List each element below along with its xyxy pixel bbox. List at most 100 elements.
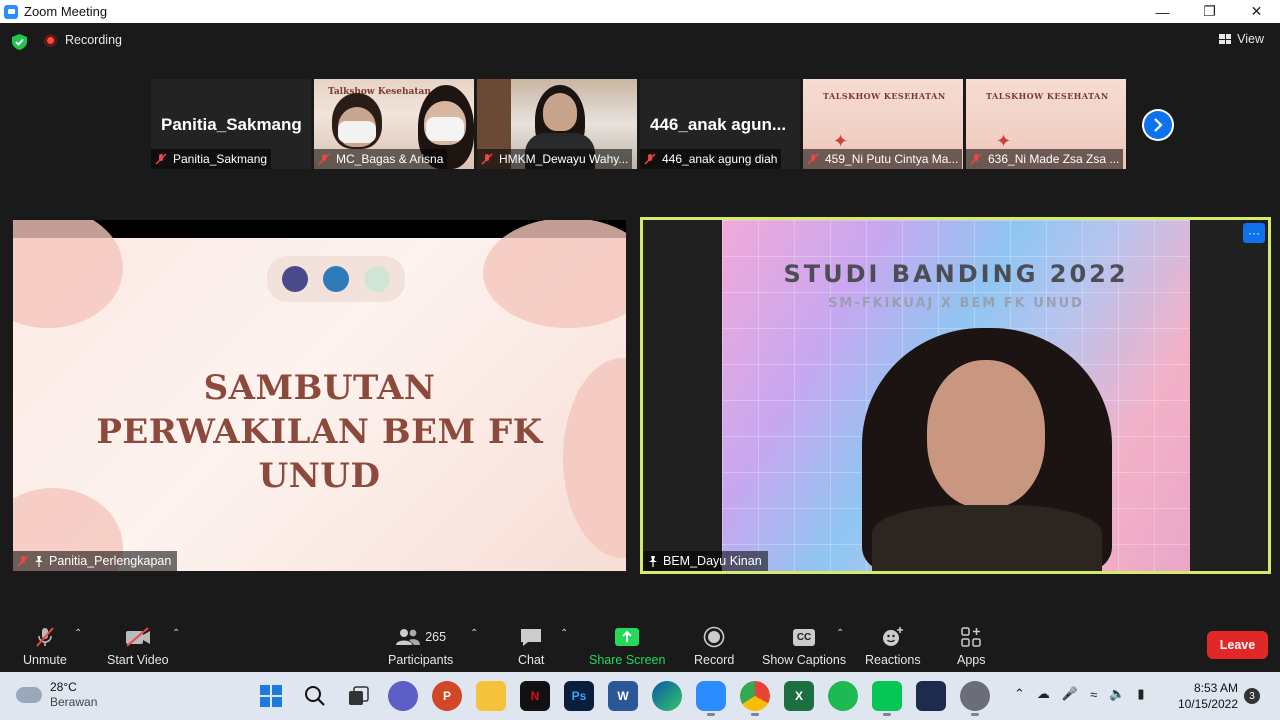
chat-options-caret[interactable]: ⌃ <box>560 628 568 639</box>
next-page-button[interactable] <box>1142 109 1174 141</box>
start-video-button[interactable]: Start Video <box>107 624 169 667</box>
muted-mic-icon <box>970 153 982 165</box>
weather-condition: Berawan <box>50 695 98 709</box>
participant-thumbnail[interactable]: TALSKHOW KESEHATAN ✦ 459_Ni Putu Cintya … <box>803 79 963 169</box>
participant-name-label: HMKM_Dewayu Wahy... <box>477 149 633 169</box>
participant-face <box>543 93 577 131</box>
virtual-background-subtitle: SM-FKIKUAJ X BEM FK UNUD <box>828 296 1084 311</box>
recording-indicator[interactable]: Recording <box>44 33 122 47</box>
battery-icon[interactable]: ▮ <box>1137 686 1144 702</box>
taskbar-clock[interactable]: 8:53 AM 10/15/2022 <box>1176 680 1238 712</box>
spotify-icon[interactable] <box>828 681 858 711</box>
photoshop-icon[interactable]: Ps <box>564 681 594 711</box>
active-speaker-tile[interactable]: STUDI BANDING 2022 SM-FKIKUAJ X BEM FK U… <box>640 217 1271 574</box>
participant-display-name: Panitia_Sakmang <box>161 115 302 134</box>
obs-app-icon[interactable] <box>960 681 990 716</box>
participants-icon: 265 <box>395 624 446 650</box>
security-shield-icon[interactable] <box>12 34 27 50</box>
excel-icon[interactable]: X <box>784 681 814 711</box>
virtual-background-title: STUDI BANDING 2022 <box>783 260 1129 288</box>
leave-button[interactable]: Leave <box>1207 631 1268 659</box>
share-screen-icon <box>614 624 640 650</box>
microphone-icon[interactable]: 🎤 <box>1062 686 1078 702</box>
show-captions-button[interactable]: CC Show Captions <box>762 624 846 667</box>
share-screen-button[interactable]: Share Screen <box>589 624 665 667</box>
participant-name-label: 459_Ni Putu Cintya Ma... <box>803 149 963 169</box>
participants-button[interactable]: 265 Participants <box>388 624 453 667</box>
captions-options-caret[interactable]: ⌃ <box>836 628 844 639</box>
organization-logo-icon <box>363 266 390 292</box>
unmute-button[interactable]: Unmute <box>23 624 67 667</box>
zoom-taskbar-icon[interactable] <box>696 681 726 716</box>
chat-bubble-icon <box>519 624 543 650</box>
speaker-body <box>872 505 1102 571</box>
chat-teams-icon[interactable] <box>388 681 418 711</box>
notification-badge[interactable]: 3 <box>1244 688 1260 704</box>
record-button[interactable]: Record <box>694 624 734 667</box>
smiley-plus-icon <box>881 624 905 650</box>
chevron-right-icon <box>1144 111 1172 139</box>
pin-icon <box>35 556 43 567</box>
powerpoint-icon[interactable]: P <box>432 681 462 711</box>
participant-name-label: MC_Bagas & Arisna <box>314 149 448 169</box>
slide-title: TALSKHOW KESEHATAN <box>986 91 1109 101</box>
apps-button[interactable]: Apps <box>957 624 986 667</box>
university-logo-icon <box>282 266 309 292</box>
record-icon <box>703 624 725 650</box>
participant-name-label: Panitia_Sakmang <box>151 149 272 169</box>
view-button[interactable]: View <box>1219 32 1264 46</box>
clock-time: 8:53 AM <box>1193 681 1238 695</box>
start-windows-icon[interactable] <box>256 681 286 711</box>
zoom-app-icon <box>4 4 18 19</box>
weather-temperature: 28°C <box>50 680 77 694</box>
video-off-icon <box>124 624 152 650</box>
weather-widget[interactable]: 28°C Berawan <box>16 680 97 710</box>
close-button[interactable]: ✕ <box>1233 0 1280 23</box>
restore-button[interactable]: ❐ <box>1186 0 1233 23</box>
recording-label: Recording <box>65 33 122 47</box>
netflix-icon[interactable]: N <box>520 681 550 711</box>
line-app-icon[interactable] <box>872 681 902 716</box>
more-options-button[interactable]: ··· <box>1243 223 1265 243</box>
word-icon[interactable]: W <box>608 681 638 711</box>
muted-mic-icon <box>17 555 29 567</box>
participants-options-caret[interactable]: ⌃ <box>470 628 478 639</box>
edge-browser-icon[interactable] <box>652 681 682 711</box>
slide-heading: SAMBUTAN PERWAKILAN BEM FK UNUD <box>96 368 543 496</box>
participant-display-name: 446_anak agun... <box>650 115 787 134</box>
participant-thumbnail[interactable]: HMKM_Dewayu Wahy... <box>477 79 637 169</box>
chrome-browser-icon[interactable] <box>740 681 770 716</box>
participant-name-label: Panitia_Perlengkapan <box>13 551 178 571</box>
window-title: Zoom Meeting <box>24 4 108 19</box>
participant-thumbnail[interactable]: 446_anak agun... 446_anak agung diah <box>640 79 800 169</box>
pin-icon <box>649 556 657 567</box>
webtoon-app-icon[interactable] <box>916 681 946 711</box>
participant-thumbnail[interactable]: Panitia_Sakmang Panitia_Sakmang <box>151 79 311 169</box>
participant-name-label: 636_Ni Made Zsa Zsa ... <box>966 149 1124 169</box>
apps-grid-icon <box>960 624 982 650</box>
chat-button[interactable]: Chat <box>518 624 544 667</box>
video-options-caret[interactable]: ⌃ <box>172 628 180 639</box>
search-icon[interactable] <box>300 681 330 711</box>
meeting-top-bar: Recording View <box>0 23 1280 61</box>
wifi-icon[interactable]: ≈ <box>1090 687 1097 702</box>
audio-options-caret[interactable]: ⌃ <box>74 628 82 639</box>
muted-mic-icon <box>807 153 819 165</box>
participant-thumbnail[interactable]: TALSKHOW KESEHATAN ✦ 636_Ni Made Zsa Zsa… <box>966 79 1126 169</box>
shared-screen-tile[interactable]: SAMBUTAN PERWAKILAN BEM FK UNUD Panitia_… <box>13 220 626 571</box>
participant-thumbnail[interactable]: Talkshow Kesehatan MC_Bagas & Arisna <box>314 79 474 169</box>
participant-thumbnail-strip: Panitia_Sakmang Panitia_Sakmang Talkshow… <box>151 79 1126 169</box>
speaker-volume-icon[interactable]: 🔈 <box>1109 686 1125 702</box>
file-explorer-icon[interactable] <box>476 681 506 711</box>
minimize-button[interactable]: — <box>1139 0 1186 23</box>
chevron-up-icon[interactable]: ⌃ <box>1014 686 1025 702</box>
muted-mic-icon <box>481 153 493 165</box>
view-label: View <box>1237 32 1264 46</box>
onedrive-cloud-icon[interactable]: ☁ <box>1037 686 1050 702</box>
meeting-toolbar: Unmute ⌃ Start Video ⌃ 265 Participants … <box>0 614 1280 672</box>
faculty-logo-icon <box>322 266 349 292</box>
muted-mic-icon <box>644 153 656 165</box>
reactions-button[interactable]: Reactions <box>865 624 921 667</box>
task-view-icon[interactable] <box>344 681 374 711</box>
clock-date: 10/15/2022 <box>1177 697 1238 711</box>
